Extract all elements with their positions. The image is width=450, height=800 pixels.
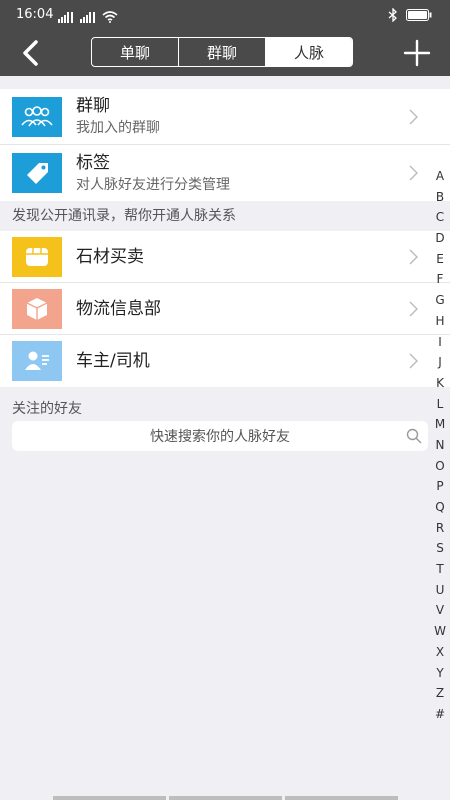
index-letter[interactable]: S — [431, 538, 449, 559]
chat-type-tabs: 单聊 群聊 人脉 — [91, 37, 353, 67]
tab-contacts[interactable]: 人脉 — [266, 38, 352, 66]
bluetooth-icon — [388, 7, 398, 26]
row-title: 物流信息部 — [76, 298, 161, 319]
list-item-drivers[interactable]: 车主/司机 — [0, 335, 450, 387]
status-right — [388, 7, 432, 26]
plus-icon — [403, 39, 431, 67]
chevron-right-icon — [409, 165, 418, 181]
add-button[interactable] — [402, 38, 432, 68]
back-button[interactable] — [14, 36, 48, 70]
row-title: 标签 — [76, 152, 110, 173]
index-letter[interactable]: Y — [431, 663, 449, 684]
index-letter[interactable]: M — [431, 414, 449, 435]
signal-icon — [58, 12, 74, 27]
group-people-icon — [12, 96, 62, 137]
discover-header: 发现公开通讯录，帮你开通人脉关系 — [0, 201, 450, 231]
index-letter[interactable]: P — [431, 476, 449, 497]
battery-icon — [406, 9, 432, 25]
row-title: 石材买卖 — [76, 246, 144, 267]
back-arrow-icon — [23, 40, 38, 66]
list-item-stone-trade[interactable]: 石材买卖 — [0, 231, 450, 283]
index-letter[interactable]: D — [431, 228, 449, 249]
index-letter[interactable]: L — [431, 394, 449, 415]
index-letter[interactable]: C — [431, 207, 449, 228]
chevron-right-icon — [409, 301, 418, 316]
index-letter[interactable]: X — [431, 642, 449, 663]
row-title: 车主/司机 — [76, 351, 150, 371]
chevron-right-icon — [409, 109, 418, 124]
index-letter[interactable]: N — [431, 435, 449, 456]
index-letter[interactable]: F — [431, 269, 449, 290]
bottom-edge — [53, 796, 398, 800]
index-letter[interactable]: I — [431, 332, 449, 353]
index-letter[interactable]: G — [431, 290, 449, 311]
row-title: 群聊 — [76, 96, 110, 116]
index-letter[interactable]: Q — [431, 497, 449, 518]
row-subtitle: 对人脉好友进行分类管理 — [76, 176, 230, 193]
wifi-icon — [102, 11, 118, 27]
discover-list: 石材买卖 物流信息部 车主/司机 — [0, 231, 450, 387]
top-list: 群聊 我加入的群聊 标签 对人脉好友进行分类管理 — [0, 89, 450, 201]
tab-single-chat[interactable]: 单聊 — [92, 38, 179, 66]
chevron-right-icon — [409, 353, 418, 369]
index-letter[interactable]: T — [431, 559, 449, 580]
search-input[interactable]: 快速搜索你的人脉好友 — [12, 421, 428, 451]
alphabet-index[interactable]: A B C D E F G H I J K L M N O P Q R S T U V W X Y Z # — [431, 166, 449, 725]
signal-icon — [80, 12, 96, 27]
index-letter[interactable]: O — [431, 456, 449, 477]
search-icon — [406, 428, 422, 444]
index-letter[interactable]: K — [431, 373, 449, 394]
index-letter[interactable]: R — [431, 518, 449, 539]
tag-icon — [12, 153, 62, 193]
list-item-logistics[interactable]: 物流信息部 — [0, 283, 450, 335]
chevron-right-icon — [409, 249, 418, 264]
status-bar: 16:04 — [0, 0, 450, 30]
index-letter[interactable]: B — [431, 187, 449, 208]
index-letter[interactable]: A — [431, 166, 449, 187]
index-letter[interactable]: E — [431, 249, 449, 270]
search-placeholder: 快速搜索你的人脉好友 — [150, 429, 290, 445]
driver-contact-icon — [12, 341, 62, 381]
stone-box-icon — [12, 236, 62, 277]
index-letter[interactable]: Z — [431, 683, 449, 704]
index-letter[interactable]: W — [431, 621, 449, 642]
index-letter[interactable]: H — [431, 311, 449, 332]
signal-indicators — [58, 11, 118, 27]
index-letter[interactable]: J — [431, 352, 449, 373]
tab-group-chat[interactable]: 群聊 — [179, 38, 266, 66]
list-item-group-chats[interactable]: 群聊 我加入的群聊 — [0, 89, 450, 145]
row-subtitle: 我加入的群聊 — [76, 120, 160, 136]
status-time: 16:04 — [16, 7, 54, 22]
main-content: 群聊 我加入的群聊 标签 对人脉好友进行分类管理 发现公开通讯录，帮你开通人脉关… — [0, 76, 450, 800]
list-item-tags[interactable]: 标签 对人脉好友进行分类管理 — [0, 145, 450, 201]
index-letter[interactable]: U — [431, 580, 449, 601]
cube-icon — [12, 288, 62, 329]
nav-bar: 单聊 群聊 人脉 — [0, 30, 450, 76]
index-letter[interactable]: V — [431, 600, 449, 621]
index-letter[interactable]: # — [431, 704, 449, 725]
